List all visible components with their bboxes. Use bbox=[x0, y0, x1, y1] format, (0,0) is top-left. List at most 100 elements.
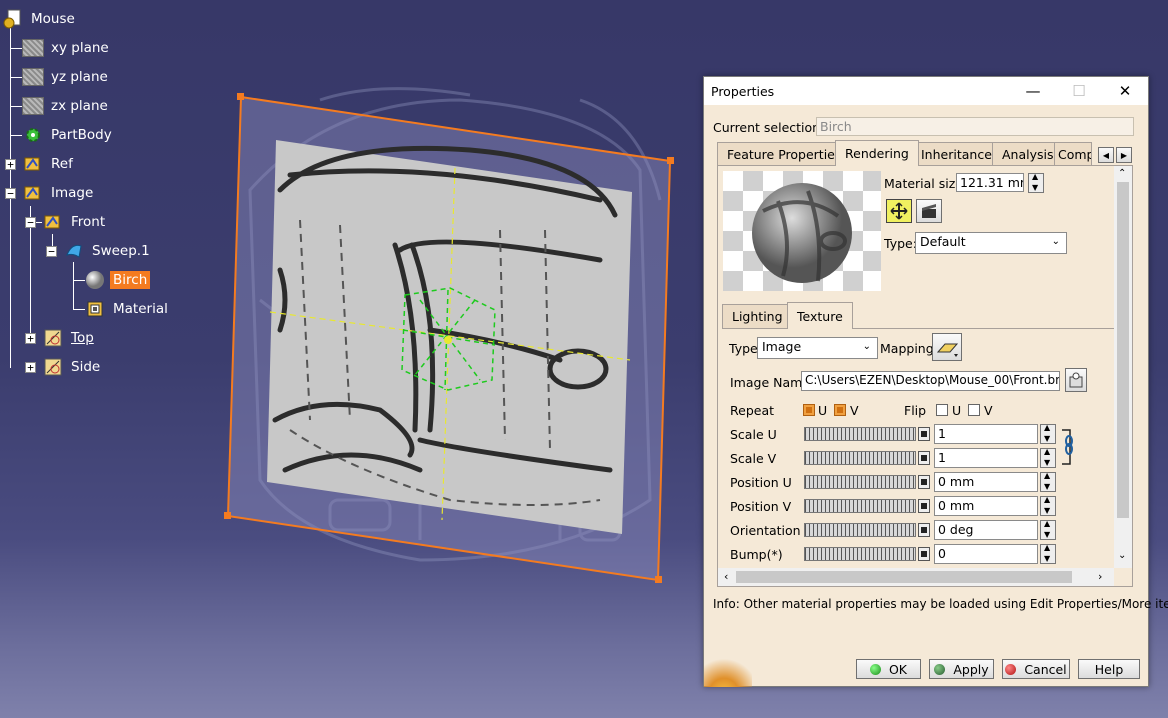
ok-button[interactable]: OK bbox=[856, 659, 921, 679]
scale-u-slider[interactable] bbox=[804, 427, 916, 441]
tab-inheritance[interactable]: Inheritance bbox=[911, 142, 1002, 165]
position-v-slider[interactable] bbox=[804, 499, 916, 513]
scale-v-slider-knob[interactable] bbox=[918, 451, 930, 465]
tree-item-image[interactable]: Image bbox=[22, 182, 96, 204]
scroll-down-icon[interactable]: ⌄ bbox=[1118, 550, 1126, 561]
tree-item-ref[interactable]: Ref bbox=[22, 153, 76, 175]
apply-status-icon bbox=[934, 663, 946, 675]
position-u-slider-knob[interactable] bbox=[918, 475, 930, 489]
tree-line bbox=[73, 262, 74, 310]
position-v-field[interactable]: 0 mm bbox=[934, 496, 1038, 516]
catia-logo bbox=[704, 653, 752, 687]
texture-type-select[interactable]: Image ⌄ bbox=[757, 337, 878, 359]
collapse-front-icon[interactable]: − bbox=[25, 217, 36, 228]
tree-item-side[interactable]: Side bbox=[42, 356, 103, 378]
tab-texture[interactable]: Texture bbox=[787, 302, 853, 329]
tree-item-zx-plane[interactable]: zx plane bbox=[22, 95, 111, 117]
orientation-slider[interactable] bbox=[804, 523, 916, 537]
tree-item-mouse[interactable]: Mouse bbox=[2, 8, 78, 30]
tree-line bbox=[10, 48, 22, 49]
horizontal-scroll-thumb[interactable] bbox=[736, 571, 1072, 583]
tree-item-top[interactable]: Top bbox=[42, 327, 97, 349]
collapse-image-icon[interactable]: − bbox=[5, 188, 16, 199]
minimize-button[interactable]: — bbox=[1010, 77, 1056, 105]
compass-origin[interactable] bbox=[444, 336, 452, 344]
tab-analysis[interactable]: Analysis bbox=[992, 142, 1064, 165]
repeat-label: Repeat bbox=[730, 403, 775, 418]
scale-u-spinner[interactable] bbox=[1040, 423, 1056, 444]
orientation-spinner[interactable] bbox=[1040, 519, 1056, 540]
bump-field[interactable]: 0 bbox=[934, 544, 1038, 564]
tree-item-sweep[interactable]: Sweep.1 bbox=[63, 240, 153, 262]
tree-item-yz-plane[interactable]: yz plane bbox=[22, 66, 111, 88]
scale-v-slider[interactable] bbox=[804, 451, 916, 465]
scale-u-field[interactable]: 1 bbox=[934, 424, 1038, 444]
position-u-spinner[interactable] bbox=[1040, 471, 1056, 492]
tree-item-xy-plane[interactable]: xy plane bbox=[22, 37, 112, 59]
material-size-field[interactable]: 121.31 mm bbox=[956, 173, 1024, 192]
panel-horizontal-scrollbar[interactable]: ‹ › bbox=[718, 568, 1114, 586]
scroll-right-icon[interactable]: › bbox=[1098, 570, 1102, 583]
cancel-status-icon bbox=[1005, 663, 1017, 675]
specification-tree[interactable]: + − − − + + Mouse xy plane yz plane zx p… bbox=[0, 0, 220, 390]
repeat-v-checkbox[interactable] bbox=[834, 404, 846, 416]
tree-item-birch[interactable]: Birch bbox=[84, 269, 151, 291]
mapping-button[interactable] bbox=[932, 333, 962, 361]
repeat-u-checkbox[interactable] bbox=[803, 404, 815, 416]
scale-v-spinner[interactable] bbox=[1040, 447, 1056, 468]
tab-feature-properties[interactable]: Feature Properties bbox=[717, 142, 852, 165]
orientation-field[interactable]: 0 deg bbox=[934, 520, 1038, 540]
material-size-spinner[interactable] bbox=[1028, 172, 1044, 193]
orientation-slider-knob[interactable] bbox=[918, 523, 930, 537]
scale-v-label: Scale V bbox=[730, 451, 777, 466]
bump-slider[interactable] bbox=[804, 547, 916, 561]
apply-button[interactable]: Apply bbox=[929, 659, 994, 679]
tree-item-partbody[interactable]: PartBody bbox=[22, 124, 115, 146]
expand-side-icon[interactable]: + bbox=[25, 362, 36, 373]
flip-label: Flip bbox=[904, 403, 927, 418]
panel-vertical-scrollbar[interactable]: ⌃ ⌄ bbox=[1114, 166, 1132, 568]
scale-u-label: Scale U bbox=[730, 427, 777, 442]
position-u-field[interactable]: 0 mm bbox=[934, 472, 1038, 492]
properties-dialog[interactable]: Properties — ☐ ✕ Current selection : Bir… bbox=[703, 76, 1168, 687]
close-button[interactable]: ✕ bbox=[1102, 77, 1148, 105]
browse-folder-icon bbox=[1069, 372, 1083, 388]
tab-scroll-right-button[interactable]: ▶ bbox=[1116, 147, 1132, 163]
current-selection-label: Current selection : bbox=[713, 120, 829, 135]
scale-v-field[interactable]: 1 bbox=[934, 448, 1038, 468]
flip-v-checkbox[interactable] bbox=[968, 404, 980, 416]
browse-image-button[interactable] bbox=[1065, 368, 1087, 392]
body-gear-icon bbox=[22, 124, 44, 146]
type-select[interactable]: Default ⌄ bbox=[915, 232, 1067, 254]
help-button[interactable]: Help bbox=[1078, 659, 1140, 679]
scroll-up-icon[interactable]: ⌃ bbox=[1118, 168, 1126, 179]
vertical-scroll-thumb[interactable] bbox=[1117, 182, 1129, 518]
position-v-spinner[interactable] bbox=[1040, 495, 1056, 516]
flip-u-checkbox[interactable] bbox=[936, 404, 948, 416]
fit-texture-button[interactable] bbox=[886, 199, 912, 223]
expand-ref-icon[interactable]: + bbox=[5, 159, 16, 170]
collapse-sweep-icon[interactable]: − bbox=[46, 246, 57, 257]
clapperboard-icon bbox=[922, 204, 936, 218]
bump-spinner[interactable] bbox=[1040, 543, 1056, 564]
render-preview-button[interactable] bbox=[916, 199, 942, 223]
scale-u-slider-knob[interactable] bbox=[918, 427, 930, 441]
scale-link-icon[interactable] bbox=[1060, 426, 1080, 468]
tab-lighting[interactable]: Lighting bbox=[722, 304, 793, 328]
tree-line bbox=[10, 77, 22, 78]
cancel-button[interactable]: Cancel bbox=[1002, 659, 1070, 679]
bump-slider-knob[interactable] bbox=[918, 547, 930, 561]
tab-scroll-left-button[interactable]: ◀ bbox=[1098, 147, 1114, 163]
tree-item-front[interactable]: Front bbox=[42, 211, 108, 233]
image-name-field[interactable]: C:\Users\EZEN\Desktop\Mouse_00\Front.bn bbox=[801, 371, 1060, 391]
expand-top-icon[interactable]: + bbox=[25, 333, 36, 344]
geometric-set-icon bbox=[22, 153, 44, 175]
tab-rendering[interactable]: Rendering bbox=[835, 140, 919, 166]
material-sphere-preview-icon bbox=[752, 183, 852, 283]
texture-type-label: Type bbox=[729, 341, 758, 356]
position-u-slider[interactable] bbox=[804, 475, 916, 489]
scroll-left-icon[interactable]: ‹ bbox=[724, 570, 728, 583]
tree-item-material[interactable]: Material bbox=[84, 298, 171, 320]
tab-comp[interactable]: Comp bbox=[1054, 142, 1092, 165]
position-v-slider-knob[interactable] bbox=[918, 499, 930, 513]
